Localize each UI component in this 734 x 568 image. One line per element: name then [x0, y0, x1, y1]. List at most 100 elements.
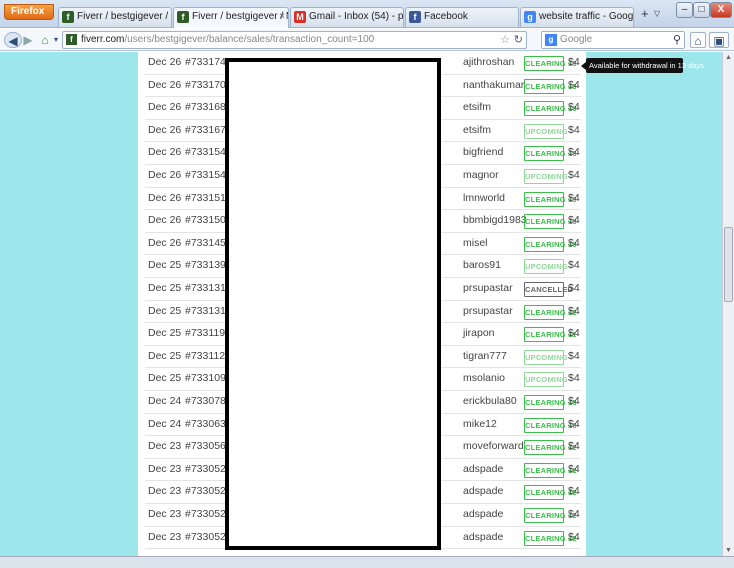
status-badge: UPCOMING — [524, 259, 568, 275]
buyer-link[interactable]: misel — [463, 237, 488, 249]
withdrawal-tooltip: Available for withdrawal in 13 days — [581, 58, 704, 73]
status-badge: UPCOMING — [524, 349, 568, 365]
buyer-link[interactable]: adspade — [463, 508, 503, 520]
transaction-date: Dec 24 — [148, 417, 182, 430]
status-badge: CLEARING 13 — [524, 78, 577, 94]
buyer-link[interactable]: msolanio — [463, 372, 505, 384]
transaction-date: Dec 26 — [148, 123, 182, 136]
buyer-link[interactable]: lmnworld — [463, 192, 505, 204]
google-icon: g — [524, 11, 536, 23]
status-badge: CLEARING 13 — [524, 214, 577, 230]
transaction-amount: $4 — [568, 395, 580, 407]
buyer-link[interactable]: nanthakumar — [463, 79, 524, 91]
tab-list-icon[interactable]: ▽ — [654, 9, 660, 18]
transaction-date: Dec 26 — [148, 78, 182, 91]
search-input[interactable]: g Google ⚲ — [541, 31, 685, 49]
status-badge: CLEARING 13 — [524, 191, 577, 207]
status-badge: CLEARING 13 — [524, 101, 577, 117]
status-badge: CLEARING 12 — [524, 304, 577, 320]
buyer-link[interactable]: tigran777 — [463, 350, 507, 362]
buyer-link[interactable]: bbmbigd1983 — [463, 214, 527, 226]
tab-fiverr-balance[interactable]: f Fiverr / bestgigever / My Balance × — [173, 7, 289, 28]
transaction-date: Dec 25 — [148, 349, 182, 362]
tab-google-search[interactable]: g website traffic - Google Search — [520, 7, 634, 27]
history-dropdown-icon[interactable]: ▾ — [52, 32, 60, 48]
transaction-date: Dec 25 — [148, 372, 182, 385]
transaction-amount: $4 — [568, 191, 580, 204]
buyer-link[interactable]: erickbula80 — [463, 395, 517, 407]
buyer-link[interactable]: adspade — [463, 463, 503, 475]
transaction-amount: $4 — [568, 440, 580, 453]
new-tab-button[interactable]: + — [641, 6, 649, 21]
close-window-button[interactable]: X — [710, 2, 732, 18]
buyer-link[interactable]: adspade — [463, 485, 503, 497]
fiverr-icon: f — [66, 34, 77, 45]
transaction-date: Dec 23 — [148, 462, 182, 475]
page-scrollbar[interactable]: ▲ ▼ — [722, 52, 734, 556]
maximize-button[interactable]: □ — [693, 2, 710, 18]
status-badge: CLEARING 13 — [524, 56, 577, 71]
fiverr-icon: f — [62, 11, 74, 23]
buyer-link[interactable]: moveforward — [463, 440, 524, 452]
transaction-amount: $4 — [568, 236, 580, 249]
buyer-link[interactable]: mike12 — [463, 418, 497, 430]
search-icon[interactable]: ⚲ — [673, 32, 681, 48]
buyer-link[interactable]: magnor — [463, 169, 499, 181]
transaction-amount: $4 — [568, 485, 580, 498]
transaction-amount: $4 — [568, 417, 580, 430]
gmail-icon: M — [294, 11, 306, 23]
transaction-date: Dec 26 — [148, 236, 182, 249]
buyer-link[interactable]: prsupastar — [463, 305, 513, 317]
transaction-amount: $4 — [568, 101, 580, 114]
minimize-button[interactable]: – — [676, 2, 693, 18]
status-badge: CLEARING 13 — [524, 146, 577, 162]
transaction-amount: $4 — [568, 259, 580, 272]
transaction-date: Dec 26 — [148, 169, 182, 181]
tab-title: Facebook — [424, 11, 468, 22]
buyer-link[interactable]: ajithroshan — [463, 56, 514, 68]
close-tab-icon[interactable]: × — [279, 8, 285, 26]
home-icon[interactable]: ⌂ — [690, 32, 706, 48]
transaction-amount: $4 — [568, 169, 580, 181]
transaction-amount: $4 — [568, 78, 580, 91]
back-icon[interactable]: ◀ — [4, 32, 22, 48]
status-badge: UPCOMING — [524, 169, 568, 184]
transaction-date: Dec 25 — [148, 282, 182, 294]
transaction-date: Dec 23 — [148, 508, 182, 520]
buyer-link[interactable]: jirapon — [463, 327, 495, 339]
buyer-link[interactable]: adspade — [463, 531, 503, 543]
buyer-link[interactable]: etsifm — [463, 124, 491, 136]
fiverr-icon: f — [177, 11, 189, 23]
url-bar[interactable]: f fiverr.com/users/bestgigever/balance/s… — [62, 31, 527, 49]
buyer-link[interactable]: prsupastar — [463, 282, 513, 294]
status-badge: CLEARING 12 — [524, 440, 577, 456]
tab-gmail[interactable]: M Gmail - Inbox (54) - platter.silve... — [290, 7, 404, 27]
status-badge: CLEARING 12 — [524, 530, 577, 546]
tab-fiverr-manage[interactable]: f Fiverr / bestgigever / Manage S... — [58, 7, 172, 27]
status-badge: CLEARING 12 — [524, 508, 577, 523]
site-icon[interactable]: ⌂ — [38, 32, 52, 48]
transaction-date: Dec 26 — [148, 146, 182, 159]
tab-title: website traffic - Google Search — [539, 11, 634, 22]
scroll-down-icon[interactable]: ▼ — [725, 547, 732, 554]
tab-title: Gmail - Inbox (54) - platter.silve... — [309, 11, 404, 22]
transaction-date: Dec 26 — [148, 101, 182, 114]
transaction-amount: $4 — [568, 462, 580, 475]
scrollbar-thumb[interactable] — [724, 227, 733, 302]
firefox-menu-button[interactable]: Firefox — [4, 4, 54, 20]
reload-icon[interactable]: ↻ — [514, 32, 523, 48]
tab-facebook[interactable]: f Facebook — [405, 7, 519, 27]
status-badge: UPCOMING — [524, 372, 568, 388]
scroll-up-icon[interactable]: ▲ — [725, 54, 732, 61]
transaction-date: Dec 26 — [148, 191, 182, 204]
navigation-toolbar: ◀ ▶ ⌂ ▾ f fiverr.com/users/bestgigever/b… — [0, 29, 734, 51]
addon-icon[interactable]: ▣ — [709, 32, 729, 48]
buyer-link[interactable]: etsifm — [463, 101, 491, 113]
buyer-link[interactable]: baros91 — [463, 259, 501, 271]
bookmark-star-icon[interactable]: ☆ — [500, 32, 510, 48]
forward-icon[interactable]: ▶ — [22, 32, 34, 48]
buyer-link[interactable]: bigfriend — [463, 146, 503, 158]
transaction-date: Dec 25 — [148, 259, 182, 272]
transaction-date: Dec 25 — [148, 327, 182, 340]
status-badge: UPCOMING — [524, 123, 568, 139]
